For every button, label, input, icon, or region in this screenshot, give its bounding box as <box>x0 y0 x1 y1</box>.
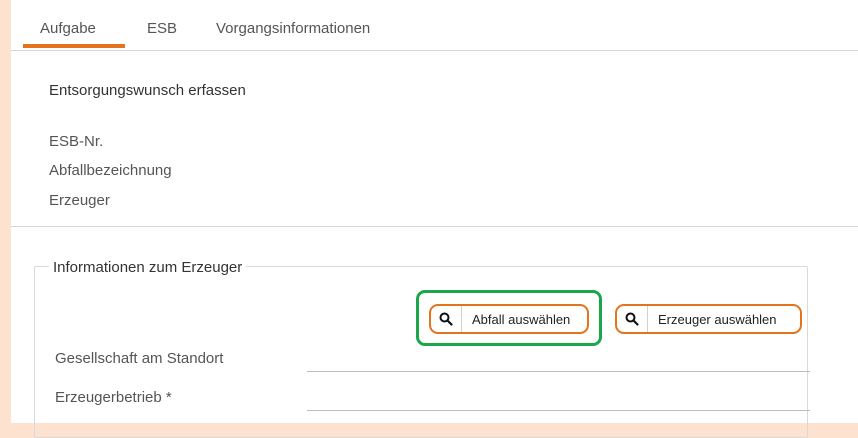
search-icon <box>617 306 648 332</box>
divider <box>11 226 858 227</box>
search-icon <box>431 306 462 332</box>
tab-aufgabe[interactable]: Aufgabe <box>40 20 96 37</box>
gesellschaft-input[interactable] <box>307 371 810 372</box>
erzeugerbetrieb-input[interactable] <box>307 410 810 411</box>
abfall-button-label: Abfall auswählen <box>472 311 571 327</box>
tab-vorgangsinformationen[interactable]: Vorgangsinformationen <box>216 20 370 37</box>
esb-nr-label: ESB-Nr. <box>49 133 104 150</box>
abfall-auswaehlen-button[interactable]: Abfall auswählen <box>429 304 589 334</box>
erzeuger-button-label: Erzeuger auswählen <box>658 311 777 327</box>
active-tab-indicator <box>23 44 125 48</box>
tab-esb[interactable]: ESB <box>147 20 177 37</box>
erzeuger-auswaehlen-button[interactable]: Erzeuger auswählen <box>615 304 802 334</box>
tab-bar: Aufgabe ESB Vorgangsinformationen <box>11 0 858 51</box>
fieldset-legend: Informationen zum Erzeuger <box>49 259 247 276</box>
erzeugerbetrieb-label: Erzeugerbetrieb * <box>55 389 172 406</box>
erzeuger-label: Erzeuger <box>49 192 110 209</box>
main-panel: Aufgabe ESB Vorgangsinformationen Entsor… <box>11 0 858 438</box>
gesellschaft-label: Gesellschaft am Standort <box>55 350 224 367</box>
section-title: Entsorgungswunsch erfassen <box>49 82 246 99</box>
abfallbezeichnung-label: Abfallbezeichnung <box>49 162 172 179</box>
